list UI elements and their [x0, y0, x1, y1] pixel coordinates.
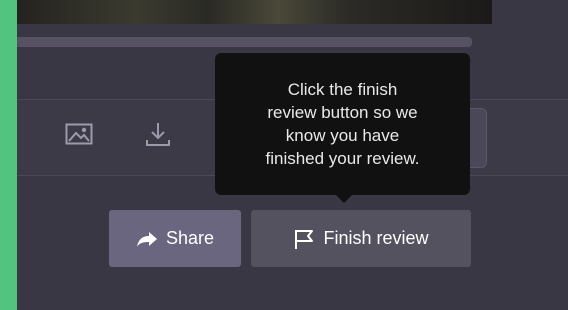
tooltip-text: Click the finish review button so we kno…: [265, 80, 420, 168]
share-button-label: Share: [165, 228, 215, 248]
left-accent-border: [0, 0, 17, 310]
timeline-scrubber[interactable]: [17, 37, 472, 47]
finish-review-label: Finish review: [323, 228, 429, 248]
download-icon[interactable]: [143, 119, 173, 149]
finish-review-button[interactable]: Finish review: [251, 210, 471, 267]
image-icon[interactable]: [64, 119, 94, 149]
review-panel: Share Finish review Click the finish rev…: [17, 0, 568, 310]
share-button[interactable]: Share: [109, 210, 241, 267]
flag-icon: [295, 229, 314, 249]
share-arrow-icon: [136, 231, 157, 247]
video-preview: [17, 0, 492, 24]
finish-review-tooltip: Click the finish review button so we kno…: [215, 53, 470, 195]
tooltip-arrow: [335, 194, 353, 203]
